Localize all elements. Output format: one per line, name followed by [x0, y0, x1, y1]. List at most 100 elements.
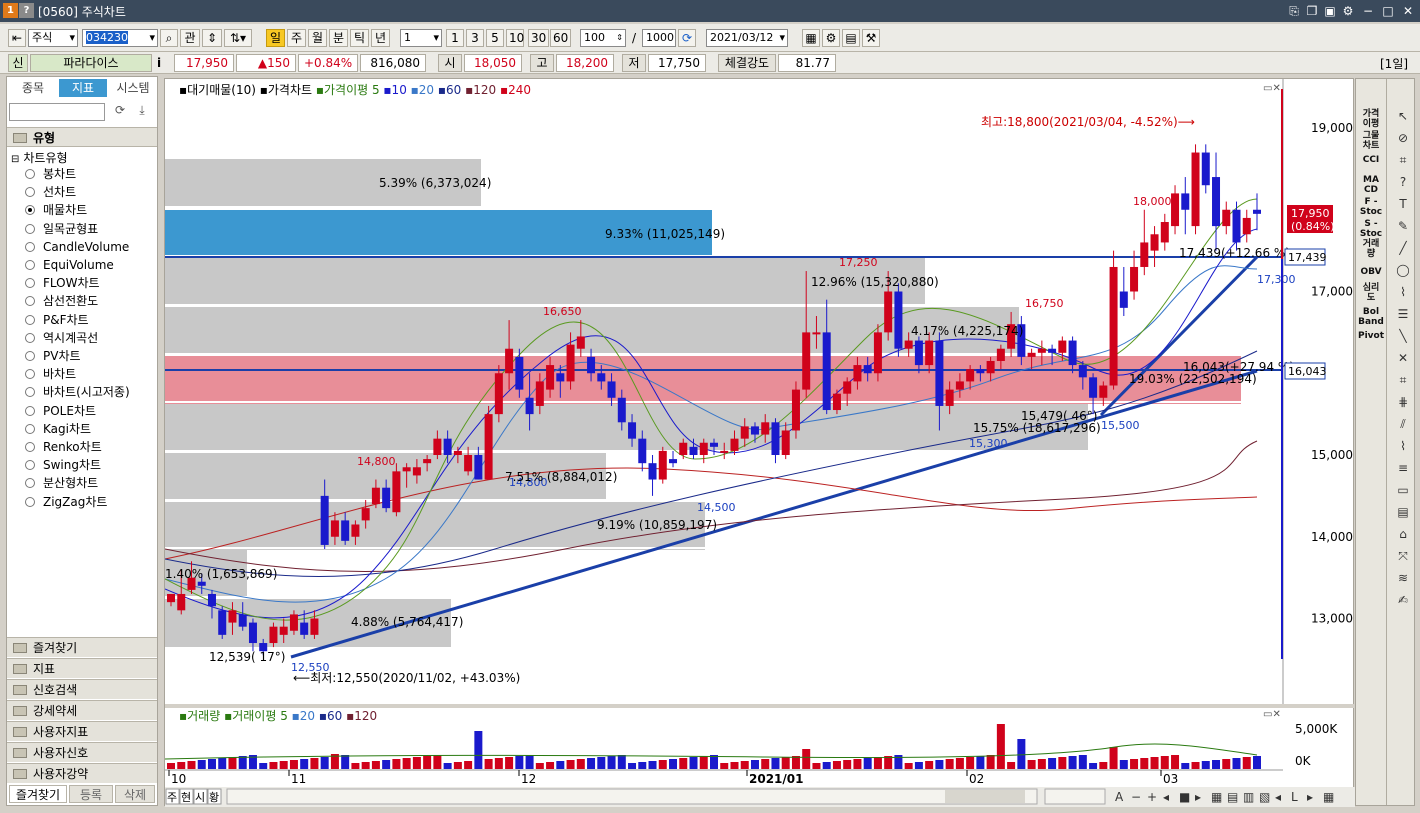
interval-button[interactable]: 10 [506, 29, 524, 47]
indicator-shortcut[interactable]: 거래 량 [1358, 239, 1384, 259]
radio-icon[interactable] [25, 241, 35, 252]
chart-type-item[interactable]: 분산형차트 [25, 474, 98, 492]
market-select[interactable]: 주식 ▾ [28, 29, 78, 47]
pane-close-icon[interactable]: ▭✕ [1263, 709, 1281, 720]
minimize-icon[interactable]: − [1360, 3, 1376, 19]
interval-button[interactable]: 60 [550, 29, 571, 47]
refresh-icon[interactable]: ⟳ [111, 103, 129, 121]
menu-icon[interactable]: ≡ [1394, 459, 1412, 477]
indicator-shortcut[interactable]: Pivot [1358, 331, 1384, 341]
bottom-tab-label[interactable]: 현 [181, 791, 191, 804]
chart-type-item[interactable]: POLE차트 [25, 402, 96, 420]
updown-icon[interactable]: ⇅▾ [224, 29, 252, 47]
toolbar-icon[interactable]: ◂ [1275, 790, 1281, 804]
stack-icon[interactable]: ≋ [1394, 569, 1412, 587]
radio-icon[interactable] [25, 442, 35, 452]
search-icon[interactable]: ⌕ [160, 29, 178, 47]
scrollbar-thumb[interactable] [945, 790, 1025, 803]
pen-icon[interactable]: ✎ [1394, 217, 1412, 235]
interval-button[interactable]: 5 [486, 29, 504, 47]
circle-icon[interactable]: ◯ [1394, 261, 1412, 279]
accordion-item[interactable]: 즐겨찾기 [7, 637, 157, 657]
toolbar-icon[interactable]: + [1147, 790, 1157, 804]
expand-icon[interactable]: ⤧ [1394, 547, 1412, 565]
radio-icon[interactable] [25, 278, 35, 289]
chart-type-item[interactable]: PV차트 [25, 347, 81, 365]
period-button[interactable]: 월 [308, 29, 327, 47]
radio-icon[interactable] [25, 496, 35, 507]
home-icon[interactable]: ⌂ [1394, 525, 1412, 543]
rect-icon[interactable]: ▭ [1394, 481, 1412, 499]
toolbar-icon[interactable]: ▦ [1323, 790, 1334, 804]
toolbar-icon[interactable]: L [1291, 790, 1298, 804]
chart-type-item[interactable]: ZigZag차트 [25, 493, 107, 511]
chart-type-item[interactable]: 바차트 [25, 365, 76, 383]
count-stepper[interactable]: 100 ⇕ [580, 29, 626, 47]
radio-icon[interactable] [25, 314, 35, 325]
tab-indicator[interactable]: 지표 [59, 79, 107, 97]
radio-icon[interactable] [25, 478, 35, 489]
indicator-shortcut[interactable]: 심리 도 [1358, 283, 1384, 303]
period-button[interactable]: 년 [371, 29, 390, 47]
toolbar-icon[interactable]: ▧ [1259, 790, 1270, 804]
total-input[interactable]: 1000 [642, 29, 676, 47]
diag-icon[interactable]: ╲ [1394, 327, 1412, 345]
left-bottom-tab[interactable]: 등록 [69, 785, 113, 803]
hash-icon[interactable]: ⌗ [1394, 371, 1412, 389]
toolbar-icon[interactable]: ▤ [1227, 790, 1238, 804]
prev-stock-icon[interactable]: ⇤ [8, 29, 26, 47]
help-icon[interactable]: ? [1394, 173, 1412, 191]
wave2-icon[interactable]: ⌇ [1394, 437, 1412, 455]
horizontal-scrollbar[interactable] [226, 788, 1038, 805]
toolbar-icon[interactable]: ▥ [1243, 790, 1254, 804]
radio-icon[interactable] [25, 223, 35, 234]
cross-icon[interactable]: ✕ [1394, 349, 1412, 367]
date-select[interactable]: 2021/03/12 ▾ [706, 29, 788, 47]
pane-splitter[interactable] [165, 704, 1355, 708]
radio-icon[interactable] [25, 460, 35, 471]
period-button[interactable]: 분 [329, 29, 348, 47]
chart-type-item[interactable]: Renko차트 [25, 438, 102, 456]
indicator-shortcut[interactable]: Bol Band [1358, 307, 1384, 327]
bottom-tab-label[interactable]: 주 [167, 791, 177, 804]
download-icon[interactable]: ⤓ [133, 103, 151, 121]
draw-icon[interactable]: ✍ [1394, 591, 1412, 609]
tab-stock[interactable]: 종목 [9, 79, 57, 97]
toolbar-icon[interactable]: − [1131, 790, 1141, 804]
toolbar-icon[interactable]: ▸ [1195, 790, 1201, 804]
accordion-item[interactable]: 지표 [7, 658, 157, 678]
slash-icon[interactable]: ⫽ [1394, 415, 1412, 433]
gear-icon[interactable]: ⚙ [822, 29, 840, 47]
chart-type-item[interactable]: CandleVolume [25, 238, 129, 256]
text-icon[interactable]: T [1394, 195, 1412, 213]
chart-type-item[interactable]: 바차트(시고저종) [25, 383, 130, 401]
indicator-shortcut[interactable]: OBV [1358, 267, 1384, 277]
info-icon[interactable]: i [157, 56, 161, 70]
chart-type-item[interactable]: 매물차트 [25, 201, 87, 219]
indicator-shortcut[interactable]: MA CD [1358, 175, 1384, 195]
indicator-search-input[interactable] [9, 103, 105, 121]
hash2-icon[interactable]: ⋕ [1394, 393, 1412, 411]
grid-icon[interactable]: ⌗ [1394, 151, 1412, 169]
accordion-item[interactable]: 신호검색 [7, 679, 157, 699]
refresh-icon[interactable]: ⟳ [678, 29, 696, 47]
list-icon[interactable]: ☰ [1394, 305, 1412, 323]
interval-button[interactable]: 30 [528, 29, 549, 47]
copy-icon[interactable]: ❐ [1304, 3, 1320, 19]
radio-icon[interactable] [25, 405, 35, 416]
indicator-shortcut[interactable]: F - Stoc [1358, 197, 1384, 217]
chart-type-item[interactable]: P&F차트 [25, 311, 89, 329]
period-number-select[interactable]: 1 ▾ [400, 29, 442, 47]
chart-type-item[interactable]: FLOW차트 [25, 274, 100, 292]
cursor-icon[interactable]: ↖ [1394, 107, 1412, 125]
left-bottom-tab[interactable]: 즐겨찾기 [9, 785, 67, 803]
section-type[interactable]: 유형 [7, 127, 157, 147]
radio-icon[interactable] [25, 260, 35, 270]
radio-icon[interactable] [25, 423, 35, 434]
zoom-slider[interactable] [1044, 788, 1106, 805]
tab-system[interactable]: 시스템 [109, 79, 157, 97]
tools-icon[interactable]: ⚒ [862, 29, 880, 47]
maximize-icon[interactable]: □ [1380, 3, 1396, 19]
chart-svg[interactable]: ▪대기매물(10) ▪가격차트 ▪가격이평 5 ▪10 ▪20 ▪60 ▪120… [165, 79, 1355, 807]
period-button[interactable]: 주 [287, 29, 306, 47]
